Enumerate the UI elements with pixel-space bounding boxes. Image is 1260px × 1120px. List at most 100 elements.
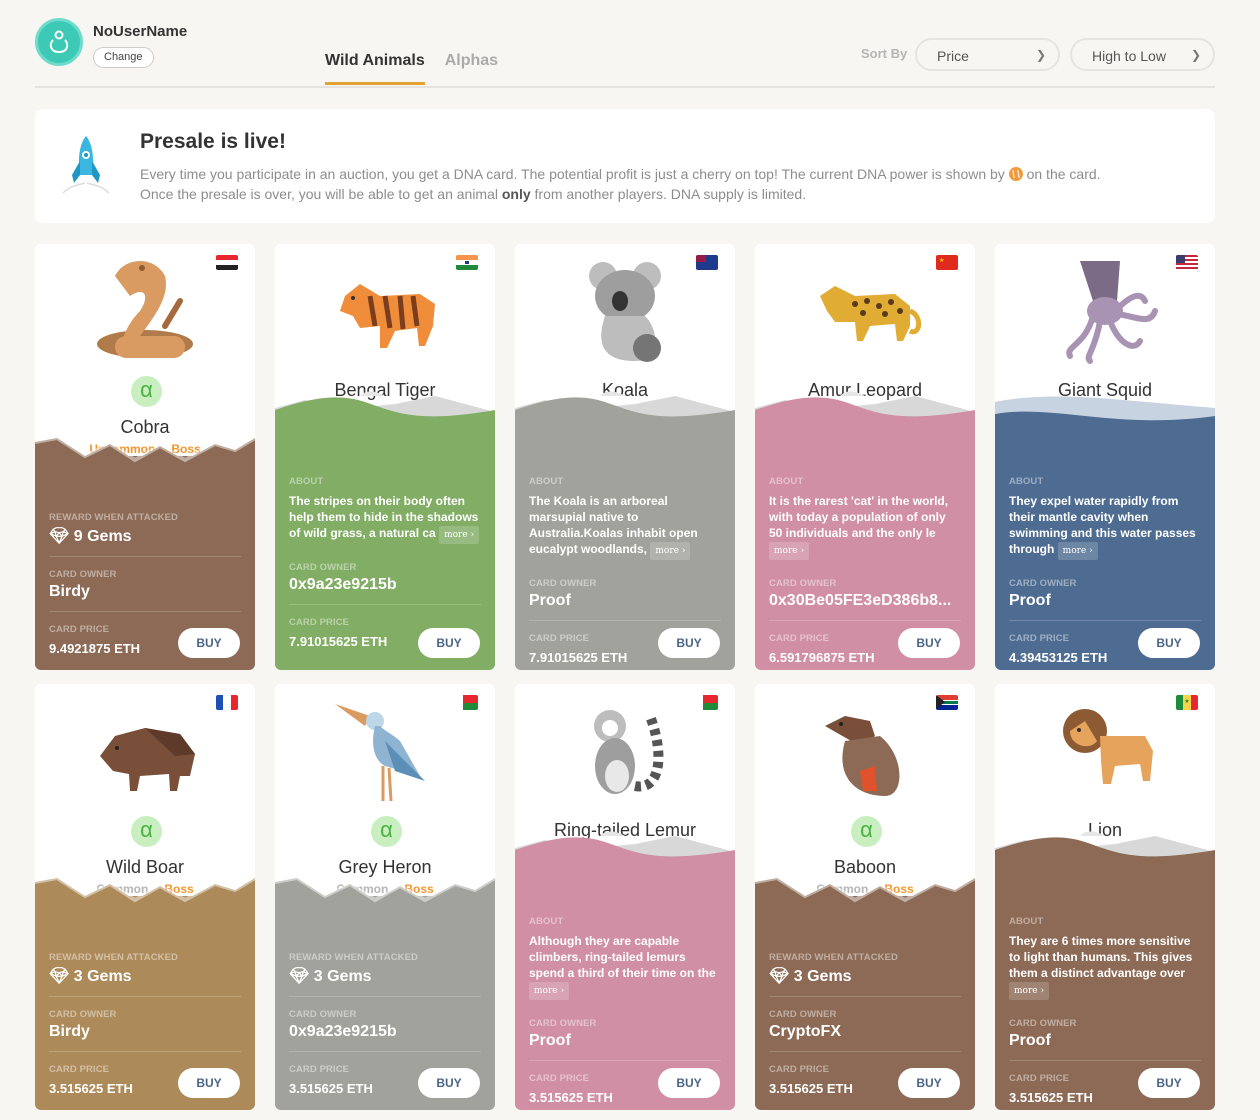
change-username-button[interactable]: Change: [93, 47, 154, 68]
hills-decoration: [515, 831, 735, 880]
owner-label: CARD OWNER: [1009, 1018, 1077, 1029]
owner-label: CARD OWNER: [769, 1009, 837, 1020]
reward-gems: 3 Gems: [73, 968, 132, 985]
animal-name: Wild Boar: [105, 857, 185, 877]
country-flag-icon: [936, 695, 958, 710]
divider: [769, 996, 961, 997]
owner-value: 0x9a23e9215b: [289, 576, 397, 593]
animal-illustration: [85, 696, 205, 806]
divider: [529, 620, 721, 621]
buy-button[interactable]: BUY: [898, 1068, 960, 1098]
about-label: ABOUT: [769, 476, 804, 487]
divider: [49, 1051, 241, 1052]
card-details: REWARD WHEN ATTACKED 💎︎ 3 Gems CARD OWNER…: [275, 878, 495, 1110]
buy-button[interactable]: BUY: [1138, 1068, 1200, 1098]
chevron-right-icon: ›: [800, 546, 805, 556]
torn-edge-decoration: [275, 878, 495, 908]
card-details: ABOUT Although they are capable climbers,…: [515, 831, 735, 1110]
animal-card[interactable]: αWild BoarCommon·BossREWARD WHEN ATTACKE…: [35, 684, 255, 1110]
buy-button[interactable]: BUY: [658, 1068, 720, 1098]
animal-illustration: [805, 696, 925, 806]
sort-by-label: Sort By: [861, 46, 908, 61]
card-details: ABOUT They expel water rapidly from their…: [995, 396, 1215, 670]
more-link[interactable]: more ›: [529, 982, 570, 1000]
chevron-right-icon: ›: [1040, 986, 1045, 996]
card-details: REWARD WHEN ATTACKED 💎︎ 3 Gems CARD OWNER…: [35, 878, 255, 1110]
buy-button[interactable]: BUY: [178, 1068, 240, 1098]
owner-label: CARD OWNER: [529, 1018, 597, 1029]
buy-button[interactable]: BUY: [658, 628, 720, 658]
reward-label: REWARD WHEN ATTACKED: [49, 512, 179, 523]
reward-label: REWARD WHEN ATTACKED: [289, 952, 419, 963]
animal-card[interactable]: Bengal TigerRare· 33ABOUTThe stripes on …: [275, 244, 495, 670]
animal-card[interactable]: αGrey HeronCommon·BossREWARD WHEN ATTACK…: [275, 684, 495, 1110]
animal-card[interactable]: ★LionUncommon· 38ABOUTThey are 6 times m…: [995, 684, 1215, 1110]
animal-card[interactable]: αBaboonCommon·BossREWARD WHEN ATTACKED💎︎…: [755, 684, 975, 1110]
country-flag-icon: [1176, 255, 1198, 270]
more-link[interactable]: more ›: [769, 542, 810, 560]
more-link[interactable]: more ›: [1057, 542, 1098, 560]
divider: [769, 1051, 961, 1052]
divider: [289, 996, 481, 997]
tab-bar: Wild Animals Alphas: [325, 52, 498, 85]
sort-order-value: High to Low: [1092, 48, 1166, 64]
about-text: They are 6 times more sensitive to light…: [1009, 933, 1201, 1000]
animal-card[interactable]: αCobraUncommon·BossREWARD WHEN ATTACKED💎…: [35, 244, 255, 670]
about-text: The stripes on their body often help the…: [289, 493, 481, 544]
animal-card[interactable]: Giant SquidRare· 23ABOUTThey expel water…: [995, 244, 1215, 670]
divider: [769, 620, 961, 621]
reward-value: 💎︎ 3 Gems: [289, 966, 481, 986]
divider: [289, 1051, 481, 1052]
more-link[interactable]: more ›: [439, 526, 480, 544]
torn-edge-decoration: [755, 878, 975, 908]
about-label: ABOUT: [1009, 476, 1044, 487]
buy-button[interactable]: BUY: [418, 1068, 480, 1098]
more-label: more: [774, 546, 798, 556]
tab-alphas[interactable]: Alphas: [445, 52, 498, 85]
animal-card[interactable]: ★Amur LeopardRare· 29ABOUTIt is the rare…: [755, 244, 975, 670]
animal-card[interactable]: KoalaUncommon· 73ABOUTThe Koala is an ar…: [515, 244, 735, 670]
animal-illustration: [565, 256, 685, 366]
user-avatar[interactable]: [35, 18, 83, 66]
sort-field-value: Price: [937, 48, 969, 64]
banner-emphasis: only: [501, 186, 531, 202]
divider: [49, 556, 241, 557]
owner-value: Proof: [1009, 592, 1051, 609]
animal-card[interactable]: Ring-tailed LemurRare· 20ABOUTAlthough t…: [515, 684, 735, 1110]
divider: [529, 1060, 721, 1061]
more-link[interactable]: more ›: [1009, 982, 1050, 1000]
chevron-right-icon: ›: [1089, 546, 1093, 556]
price-label: CARD PRICE: [289, 617, 350, 628]
about-label: ABOUT: [529, 476, 564, 487]
card-details: ABOUT The stripes on their body often hel…: [275, 391, 495, 670]
about-description: They expel water rapidly from their mant…: [1009, 494, 1196, 556]
more-label: more: [655, 546, 679, 556]
username: NoUserName: [93, 23, 188, 40]
reward-gems: 3 Gems: [793, 968, 852, 985]
top-bar: NoUserName Change Wild Animals Alphas So…: [35, 0, 1215, 88]
owner-value: 0x30Be05FE3eD386b8...: [769, 592, 952, 609]
tab-wild-animals[interactable]: Wild Animals: [325, 52, 425, 85]
hills-decoration: [275, 391, 495, 440]
owner-label: CARD OWNER: [49, 569, 117, 580]
about-description: They are 6 times more sensitive to light…: [1009, 934, 1193, 980]
owner-label: CARD OWNER: [289, 1009, 357, 1020]
banner-line2: Once the presale is over, you will be ab…: [140, 186, 498, 202]
sort-order-select[interactable]: High to Low ❯: [1070, 38, 1215, 71]
buy-button[interactable]: BUY: [898, 628, 960, 658]
reward-gems: 9 Gems: [73, 528, 132, 545]
country-flag-icon: [216, 255, 238, 270]
wave-decoration: [995, 396, 1215, 440]
reward-gems: 3 Gems: [313, 968, 372, 985]
reward-label: REWARD WHEN ATTACKED: [769, 952, 899, 963]
more-link[interactable]: more ›: [650, 542, 691, 560]
buy-button[interactable]: BUY: [1138, 628, 1200, 658]
owner-value: Proof: [529, 1032, 571, 1049]
about-text: It is the rarest 'cat' in the world, wit…: [769, 493, 961, 560]
buy-button[interactable]: BUY: [178, 628, 240, 658]
torn-edge-decoration: [35, 878, 255, 908]
about-description: Although they are capable climbers, ring…: [529, 934, 716, 980]
sort-field-select[interactable]: Price ❯: [915, 38, 1060, 71]
buy-button[interactable]: BUY: [418, 628, 480, 658]
animal-name: Cobra: [120, 417, 170, 437]
